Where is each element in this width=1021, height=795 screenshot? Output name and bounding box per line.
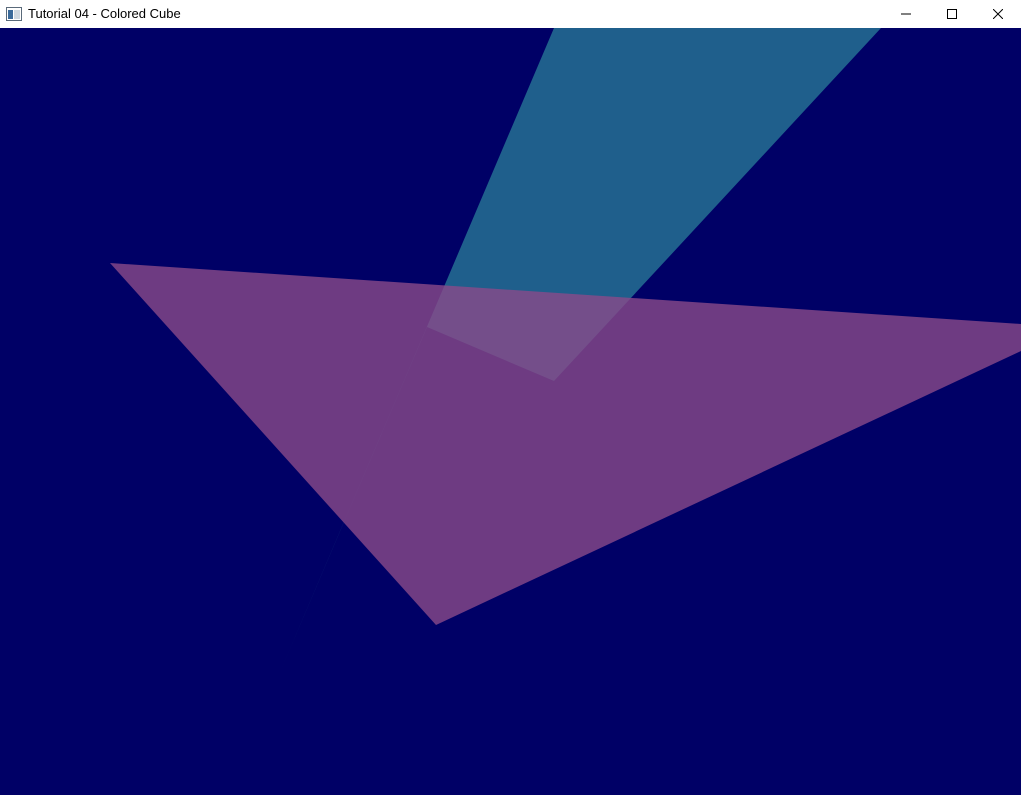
app-window-icon — [6, 7, 22, 21]
application-window: Tutorial 04 - Colored Cube — [0, 0, 1021, 795]
scene-canvas — [110, 28, 1021, 684]
close-icon — [993, 9, 1003, 19]
magenta-triangle — [110, 263, 1021, 625]
maximize-icon — [947, 9, 957, 19]
minimize-button[interactable] — [883, 0, 929, 28]
window-title: Tutorial 04 - Colored Cube — [28, 6, 181, 21]
window-controls — [883, 0, 1021, 28]
maximize-button[interactable] — [929, 0, 975, 28]
render-viewport[interactable] — [0, 28, 1021, 795]
close-button[interactable] — [975, 0, 1021, 28]
minimize-icon — [901, 13, 911, 15]
title-bar[interactable]: Tutorial 04 - Colored Cube — [0, 0, 1021, 28]
